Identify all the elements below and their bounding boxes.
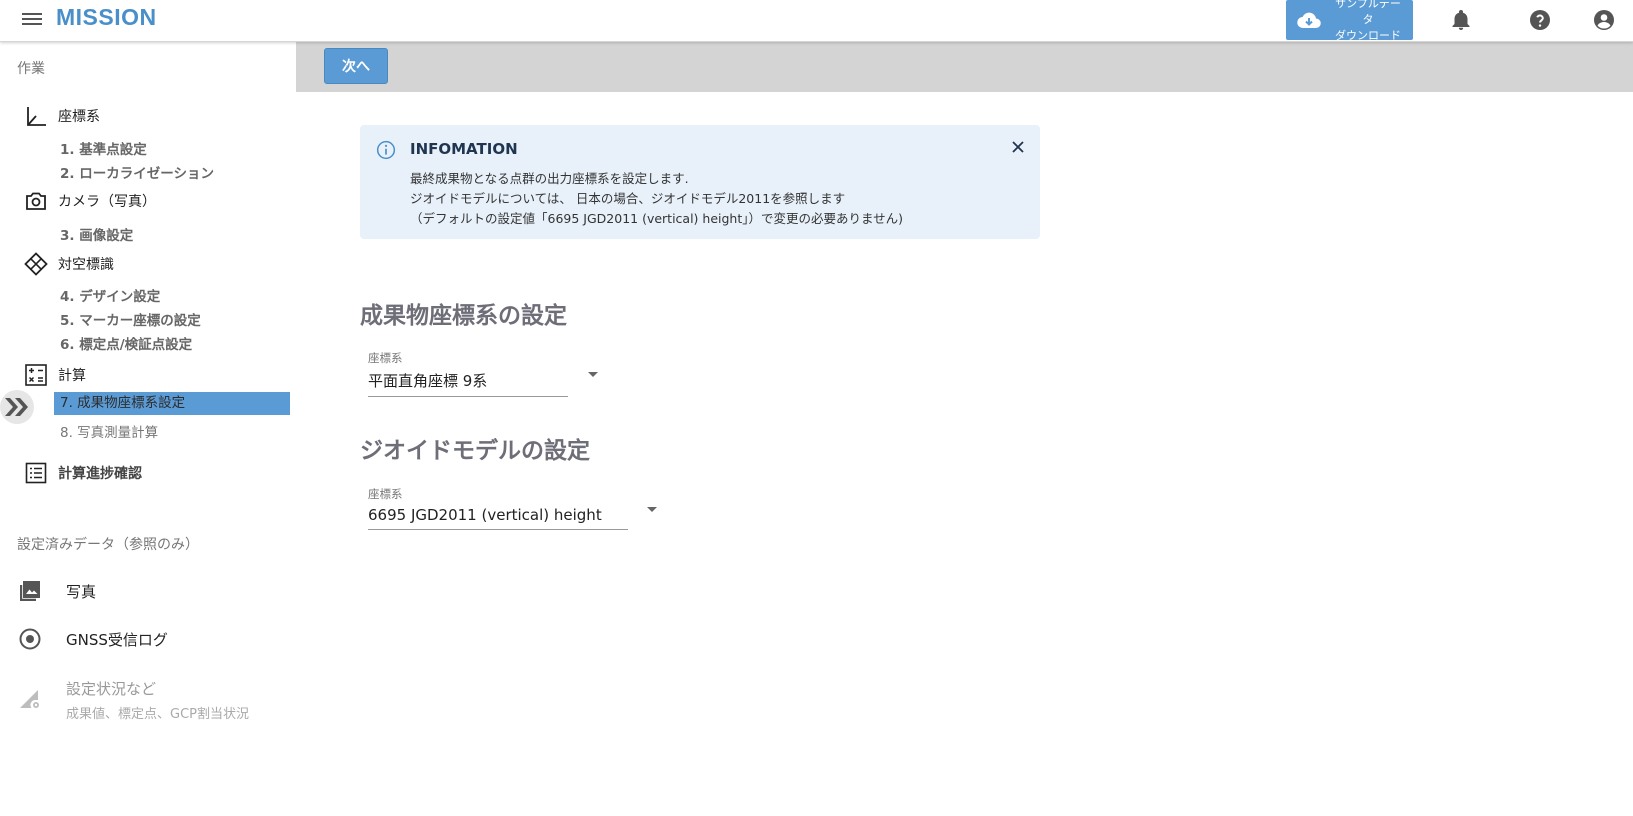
info-icon xyxy=(376,140,396,160)
field-value: 平面直角座標 9系 xyxy=(368,370,568,397)
sidebar-category-marker[interactable]: 対空標識 xyxy=(24,251,114,277)
double-chevron-right-icon xyxy=(5,398,28,416)
sidebar-step-6[interactable]: 6. 標定点/検証点設定 xyxy=(60,333,192,353)
info-line-3: （デフォルトの設定値「6695 JGD2011 (vertical) heigh… xyxy=(410,211,903,226)
current-step-indicator xyxy=(0,390,34,424)
dropdown-arrow-icon[interactable] xyxy=(647,507,657,512)
sidebar-category-camera[interactable]: カメラ（写真） xyxy=(24,188,156,214)
signal-settings-icon xyxy=(20,690,39,708)
ref-item-label: 設定状況など xyxy=(66,680,157,698)
field-label: 座標系 xyxy=(368,487,403,501)
sidebar-step-8[interactable]: 8. 写真測量計算 xyxy=(60,421,158,441)
help-icon[interactable] xyxy=(1528,8,1552,32)
app-title: MISSION xyxy=(56,4,157,30)
sidebar-progress[interactable]: 計算進捗確認 xyxy=(24,460,142,486)
info-alert: INFOMATION 最終成果物となる点群の出力座標系を設定します. ジオイドモ… xyxy=(360,125,1040,239)
photo-library-icon xyxy=(20,581,40,601)
output-crs-title: 成果物座標系の設定 xyxy=(360,303,567,329)
category-label: 対空標識 xyxy=(58,257,114,273)
dropdown-arrow-icon[interactable] xyxy=(588,372,598,377)
action-bar: 次へ xyxy=(296,42,1633,92)
geoid-model-select[interactable]: 座標系 6695 JGD2011 (vertical) height xyxy=(368,486,628,530)
sidebar-step-5[interactable]: 5. マーカー座標の設定 xyxy=(60,309,201,329)
ref-item-label: GNSS受信ログ xyxy=(66,630,168,649)
app-header: MISSION サンプルデータ ダウンロード xyxy=(0,0,1633,42)
sidebar-step-7[interactable]: 7. 成果物座標系設定 xyxy=(54,392,290,415)
category-label: 計算 xyxy=(58,368,86,384)
ref-item-photo[interactable]: 写真 xyxy=(18,579,96,603)
configured-section-label: 設定済みデータ（参照のみ） xyxy=(17,537,199,553)
sidebar-step-3[interactable]: 3. 画像設定 xyxy=(60,224,133,244)
sidebar-step-2[interactable]: 2. ローカライゼーション xyxy=(60,162,214,182)
ref-item-sublabel: 成果値、標定点、GCP割当状況 xyxy=(66,707,249,722)
cloud-download-icon xyxy=(1297,12,1321,29)
info-line-2: ジオイドモデルについては、 日本の場合、ジオイドモデル2011を参照します xyxy=(410,191,846,206)
info-line-1: 最終成果物となる点群の出力座標系を設定します. xyxy=(410,171,689,186)
category-label: 座標系 xyxy=(58,109,100,125)
account-icon[interactable] xyxy=(1592,8,1616,32)
progress-label: 計算進捗確認 xyxy=(58,466,142,482)
sidebar-step-1[interactable]: 1. 基準点設定 xyxy=(60,138,147,158)
sample-download-button[interactable]: サンプルデータ ダウンロード xyxy=(1286,0,1413,42)
work-section-label: 作業 xyxy=(17,61,45,77)
sidebar-step-4[interactable]: 4. デザイン設定 xyxy=(60,285,160,305)
radio-target-icon xyxy=(19,628,41,650)
field-label: 座標系 xyxy=(368,351,403,365)
sample-download-label: サンプルデータ ダウンロード xyxy=(1335,0,1401,42)
axis-icon xyxy=(27,107,46,126)
category-label: カメラ（写真） xyxy=(58,194,156,210)
field-value: 6695 JGD2011 (vertical) height xyxy=(368,506,628,530)
list-check-icon xyxy=(25,462,47,484)
calculator-icon xyxy=(25,364,47,386)
close-icon[interactable] xyxy=(1010,139,1026,155)
geoid-model-title: ジオイドモデルの設定 xyxy=(360,438,590,464)
ref-item-status[interactable]: 設定状況など 成果値、標定点、GCP割当状況 xyxy=(18,678,249,722)
sidebar: 作業 座標系 1. 基準点設定 2. ローカライゼーション カメラ（写真） 3.… xyxy=(0,42,296,816)
menu-icon[interactable] xyxy=(22,10,42,28)
sidebar-category-calc[interactable]: 計算 xyxy=(24,362,86,388)
bell-icon[interactable] xyxy=(1449,8,1473,32)
ref-item-gnss[interactable]: GNSS受信ログ xyxy=(18,627,168,651)
camera-icon xyxy=(26,192,46,210)
info-title: INFOMATION xyxy=(410,140,518,158)
ref-item-label: 写真 xyxy=(66,582,97,601)
output-crs-select[interactable]: 座標系 平面直角座標 9系 xyxy=(368,350,568,397)
next-button[interactable]: 次へ xyxy=(324,48,388,84)
sidebar-category-coordinate[interactable]: 座標系 xyxy=(24,103,100,129)
marker-icon xyxy=(24,252,48,276)
